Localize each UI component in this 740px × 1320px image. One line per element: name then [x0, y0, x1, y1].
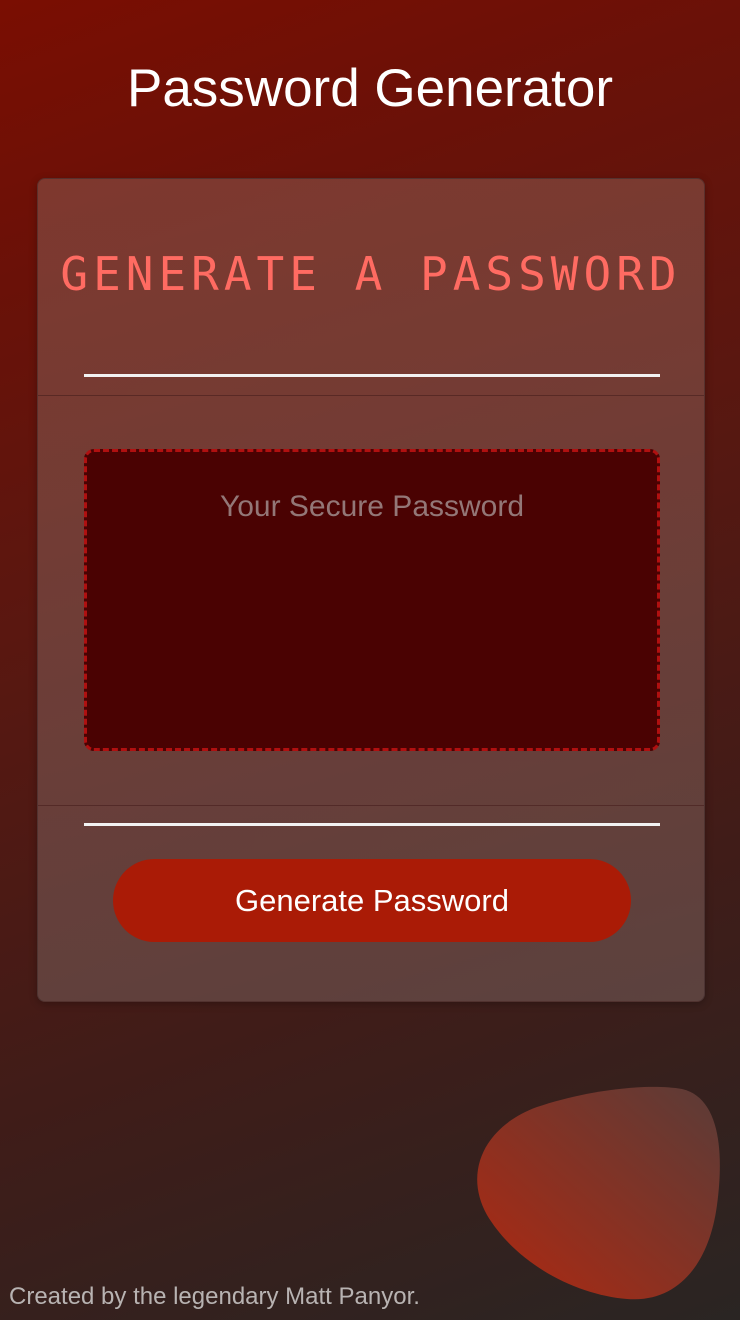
password-card: Generate a Password Generate Password	[37, 178, 705, 1002]
card-header: Generate a Password	[38, 179, 704, 396]
password-output[interactable]	[84, 449, 660, 751]
decorative-blob	[477, 1086, 720, 1300]
footer-credit: Created by the legendary Matt Panyor.	[9, 1283, 420, 1310]
card-heading: Generate a Password	[60, 247, 682, 301]
card-body	[38, 396, 704, 806]
generate-password-button[interactable]: Generate Password	[113, 859, 631, 942]
page-title: Password Generator	[126, 59, 614, 118]
header-divider	[84, 374, 660, 377]
footer-divider	[84, 823, 660, 826]
